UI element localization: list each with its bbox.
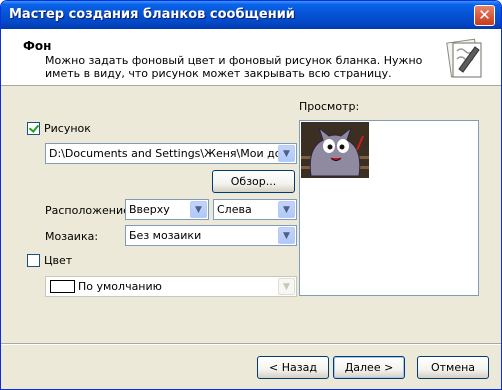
position-label: Расположение: — [45, 204, 134, 217]
vertical-position-select[interactable]: Вверху ▼ — [125, 199, 209, 220]
background-picture-thumbnail — [301, 122, 369, 178]
page-description: Можно задать фоновый цвет и фоновый рису… — [45, 54, 423, 80]
close-button[interactable]: ✕ — [474, 5, 495, 26]
horizontal-position-select[interactable]: Слева ▼ — [213, 199, 297, 220]
tiling-select[interactable]: Без мозаики ▼ — [125, 225, 297, 246]
vertical-position-value: Вверху — [129, 203, 170, 216]
chevron-down-icon[interactable]: ▼ — [190, 201, 207, 218]
chevron-down-icon[interactable]: ▼ — [278, 227, 295, 244]
color-select[interactable]: По умолчанию ▼ — [45, 276, 297, 297]
picture-path-value: D:\Documents and Settings\Женя\Мои докум… — [49, 147, 278, 160]
browse-button[interactable]: Обзор... — [212, 170, 295, 193]
chevron-down-icon[interactable]: ▼ — [278, 145, 295, 162]
picture-checkbox-row[interactable]: Рисунок — [27, 122, 91, 135]
back-button[interactable]: < Назад — [257, 356, 329, 379]
preview-pane — [299, 120, 479, 296]
close-icon: ✕ — [478, 6, 491, 24]
picture-path-combo[interactable]: D:\Documents and Settings\Женя\Мои докум… — [45, 143, 297, 164]
title-bar[interactable]: Мастер создания бланков сообщений ✕ — [1, 1, 501, 29]
cancel-button[interactable]: Отмена — [417, 356, 489, 379]
page-title: Фон — [23, 39, 52, 53]
picture-checkbox[interactable] — [27, 122, 40, 135]
wizard-window: Мастер создания бланков сообщений ✕ Фон … — [0, 0, 502, 390]
window-title: Мастер создания бланков сообщений — [9, 7, 295, 22]
color-swatch — [50, 280, 75, 293]
wizard-header: Фон Можно задать фоновый цвет и фоновый … — [1, 29, 501, 86]
color-checkbox[interactable] — [27, 254, 40, 267]
tiling-label: Мозаика: — [45, 230, 99, 243]
picture-checkbox-label: Рисунок — [44, 122, 91, 135]
color-value: По умолчанию — [78, 280, 162, 293]
preview-label: Просмотр: — [299, 100, 360, 113]
next-button[interactable]: Далее > — [333, 356, 405, 379]
stationery-pen-icon — [446, 38, 482, 78]
tiling-value: Без мозаики — [129, 229, 202, 242]
button-separator — [1, 343, 501, 345]
color-checkbox-label: Цвет — [44, 254, 73, 267]
chevron-down-icon[interactable]: ▼ — [278, 278, 295, 295]
chevron-down-icon[interactable]: ▼ — [278, 201, 295, 218]
horizontal-position-value: Слева — [217, 203, 252, 216]
color-checkbox-row[interactable]: Цвет — [27, 254, 72, 267]
